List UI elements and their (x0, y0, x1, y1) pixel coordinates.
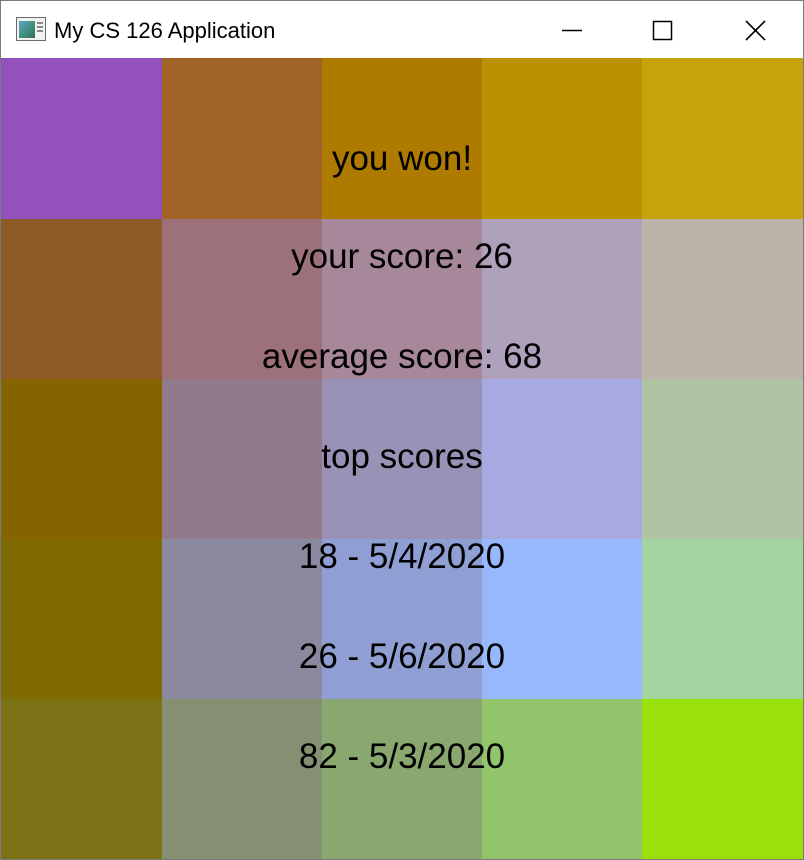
title-bar[interactable]: My CS 126 Application (1, 1, 803, 58)
close-button[interactable] (725, 1, 785, 58)
top-score-entry: 82 - 5/3/2020 (298, 737, 506, 776)
top-score-entry: 26 - 5/6/2020 (298, 637, 506, 676)
minimize-icon (562, 29, 582, 32)
result-headline: you won! (331, 139, 473, 178)
results-overlay: you won! your score: 26 average score: 6… (1, 58, 803, 859)
close-icon (745, 20, 766, 41)
maximize-icon (652, 20, 673, 41)
app-window: My CS 126 Application you won! your scor… (0, 0, 804, 860)
average-score-text: average score: 68 (261, 337, 543, 376)
top-scores-heading: top scores (321, 437, 483, 476)
app-icon (16, 17, 46, 41)
maximize-button[interactable] (632, 1, 692, 58)
window-title: My CS 126 Application (54, 18, 276, 43)
your-score-text: your score: 26 (291, 237, 513, 276)
top-score-entry: 18 - 5/4/2020 (298, 537, 506, 576)
minimize-button[interactable] (542, 1, 602, 58)
